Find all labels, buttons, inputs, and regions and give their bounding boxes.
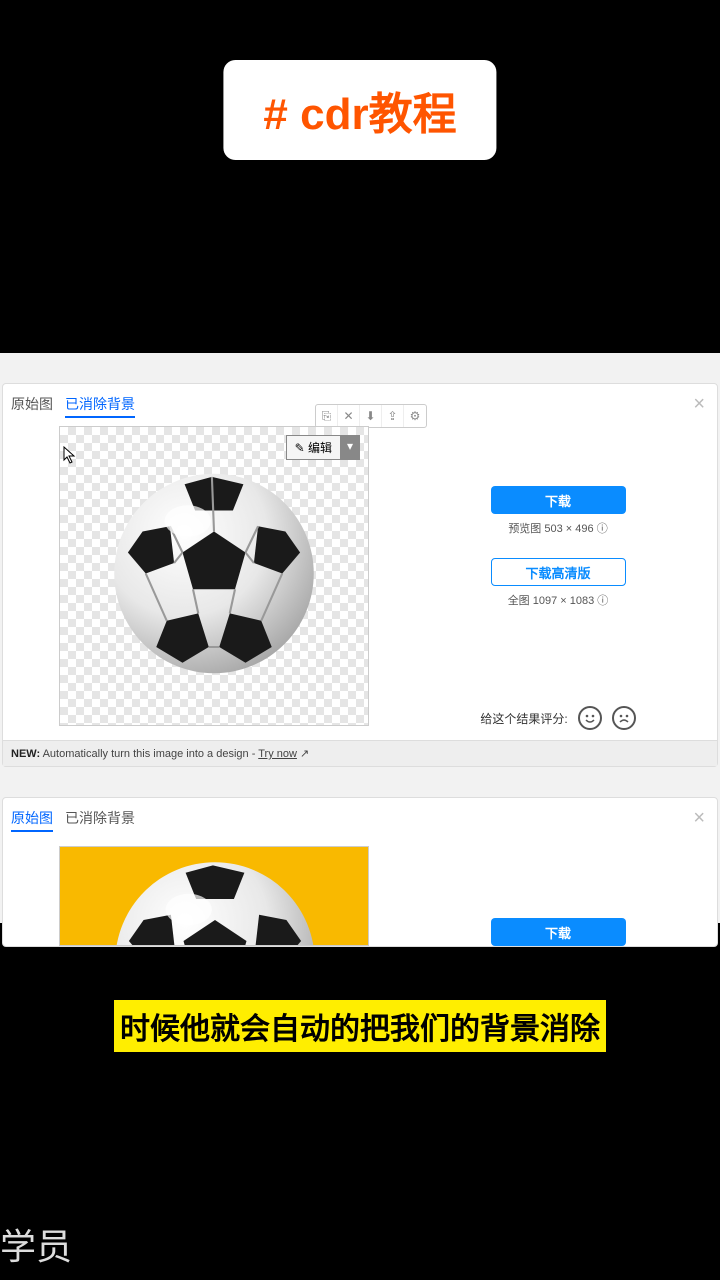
copy-icon[interactable]: ⎘ <box>316 405 338 427</box>
tab-removed-bg[interactable]: 已消除背景 <box>65 394 135 418</box>
new-label: NEW: <box>11 748 40 760</box>
external-icon: ↗ <box>300 748 309 760</box>
edit-button-label: ✎ 编辑 <box>287 436 341 459</box>
tab-removed-bg[interactable]: 已消除背景 <box>65 808 135 832</box>
frown-icon[interactable] <box>612 706 636 730</box>
rating-row: 给这个结果评分: <box>480 706 635 730</box>
soccer-ball-image <box>109 469 319 684</box>
new-text: Automatically turn this image into a des… <box>43 748 256 760</box>
side-panel: 下载 预览图 503 × 496 ⓘ 下载高清版 全图 1097 × 1083 … <box>409 426 707 730</box>
info-icon[interactable]: ⓘ <box>597 523 608 535</box>
close-icon[interactable]: × <box>693 808 705 828</box>
side-panel: 下载 <box>409 846 707 946</box>
save-icon[interactable]: ⬇ <box>360 405 382 427</box>
download-button[interactable]: 下载 <box>491 918 626 946</box>
watermark-text: 学员 <box>0 1218 72 1270</box>
result-card-1: × 原始图 已消除背景 ⎘ ✕ ⬇ ⇪ ⚙ ✎ 编辑 ▾ <box>2 383 718 767</box>
edit-button[interactable]: ✎ 编辑 ▾ <box>286 435 360 460</box>
tab-original[interactable]: 原始图 <box>11 808 53 832</box>
close-tool-icon[interactable]: ✕ <box>338 405 360 427</box>
preview-toolbar: ⎘ ✕ ⬇ ⇪ ⚙ <box>315 404 427 428</box>
info-icon[interactable]: ⓘ <box>597 595 608 607</box>
gear-icon[interactable]: ⚙ <box>404 405 426 427</box>
close-icon[interactable]: × <box>693 394 705 414</box>
hd-dimensions: 全图 1097 × 1083 ⓘ <box>508 592 609 608</box>
download-dimensions: 预览图 503 × 496 ⓘ <box>508 520 607 536</box>
subtitle-caption: 时候他就会自动的把我们的背景消除 <box>114 1000 606 1052</box>
app-content: × 原始图 已消除背景 ⎘ ✕ ⬇ ⇪ ⚙ ✎ 编辑 ▾ <box>0 353 720 923</box>
tabs-row: 原始图 已消除背景 <box>3 798 717 836</box>
preview-canvas: ✎ 编辑 ▾ <box>59 426 369 726</box>
tab-original[interactable]: 原始图 <box>11 394 53 418</box>
new-banner: NEW: Automatically turn this image into … <box>3 740 717 766</box>
card-body: 下载 <box>3 836 717 946</box>
result-card-2: × 原始图 已消除背景 <box>2 797 718 947</box>
chevron-down-icon[interactable]: ▾ <box>341 436 359 459</box>
preview-canvas-2 <box>59 846 369 946</box>
smile-icon[interactable] <box>578 706 602 730</box>
card-body: ✎ 编辑 ▾ <box>3 422 717 740</box>
try-now-link[interactable]: Try now <box>258 748 297 760</box>
hashtag-badge: # cdr教程 <box>223 60 496 160</box>
download-button[interactable]: 下载 <box>491 486 626 514</box>
cursor-icon <box>63 446 77 469</box>
download-hd-button[interactable]: 下载高清版 <box>491 558 626 586</box>
rating-label: 给这个结果评分: <box>480 710 567 727</box>
share-icon[interactable]: ⇪ <box>382 405 404 427</box>
